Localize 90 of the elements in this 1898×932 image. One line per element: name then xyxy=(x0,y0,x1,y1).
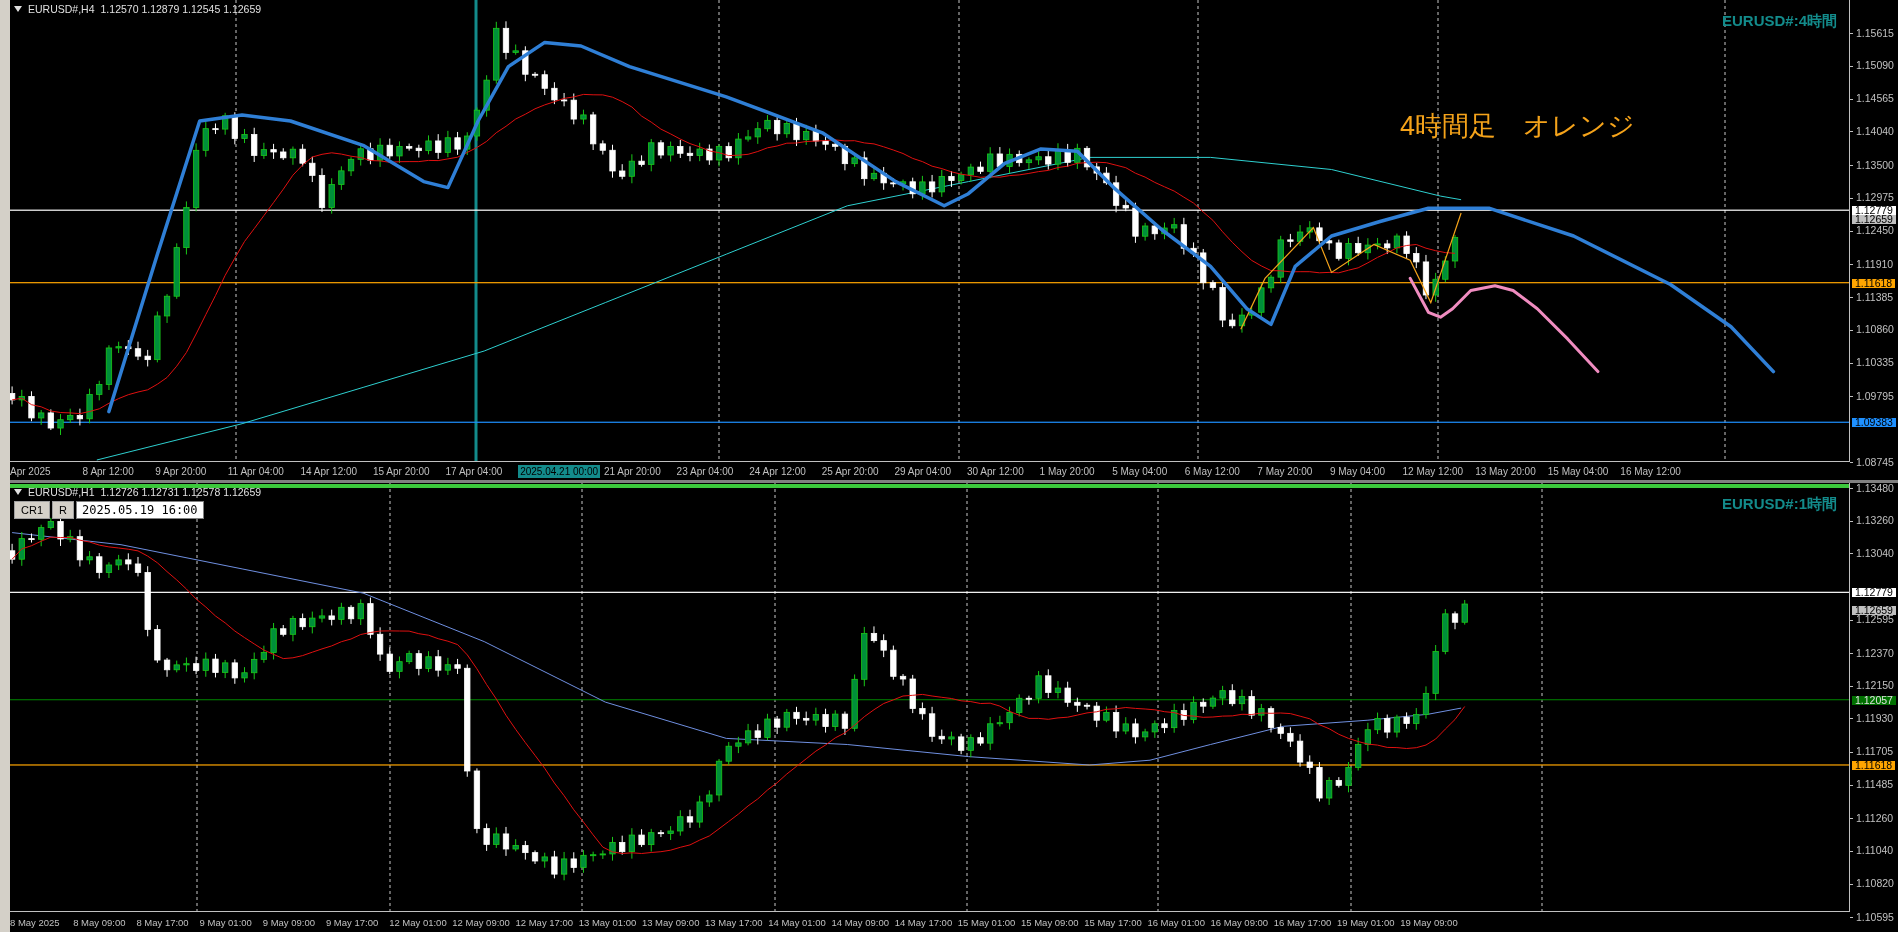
chart-symbol: EURUSD#,H1 xyxy=(28,486,95,498)
time-label: 8 May 2025 xyxy=(10,916,61,928)
time-label: 12 May 01:00 xyxy=(389,916,448,928)
time-label: 13 May 17:00 xyxy=(705,916,764,928)
price-tag: 1.12057 xyxy=(1852,695,1896,705)
price-label: 1.10335 xyxy=(1856,358,1894,368)
price-label: 1.11930 xyxy=(1856,714,1894,723)
tool-button[interactable]: CR1 xyxy=(14,501,50,519)
price-label: 1.15615 xyxy=(1856,28,1894,38)
time-label: 8 May 09:00 xyxy=(73,916,127,928)
time-label: 7 May 20:00 xyxy=(1257,465,1314,477)
time-label: 30 Apr 12:00 xyxy=(967,465,1025,477)
price-tag: 1.12779 xyxy=(1852,588,1896,598)
price-label: 1.14040 xyxy=(1856,126,1894,136)
time-label: 12 May 12:00 xyxy=(1402,465,1465,477)
price-label: 1.12595 xyxy=(1856,615,1894,625)
price-label: 1.13500 xyxy=(1856,160,1894,170)
price-label: 1.12150 xyxy=(1856,681,1894,691)
time-label: 13 May 09:00 xyxy=(641,916,701,928)
time-label: 25 Apr 20:00 xyxy=(821,465,880,477)
time-label: Apr 2025 xyxy=(10,465,52,477)
price-label: 1.10820 xyxy=(1856,879,1894,889)
time-label: 6 May 12:00 xyxy=(1184,465,1241,477)
time-label: 5 May 04:00 xyxy=(1112,465,1169,477)
time-label: 16 May 09:00 xyxy=(1210,916,1270,928)
time-label: 12 May 17:00 xyxy=(515,916,575,928)
time-label: 19 May 09:00 xyxy=(1400,916,1459,928)
time-label: 13 May 20:00 xyxy=(1475,465,1537,477)
time-label: 2025.04.21 00:00 xyxy=(518,464,600,478)
time-label: 14 Apr 12:00 xyxy=(300,465,359,477)
ohlc-values: 1.12726 1.12731 1.12578 1.12659 xyxy=(100,486,262,498)
time-label: 12 May 09:00 xyxy=(452,916,511,928)
time-label: 11 Apr 04:00 xyxy=(227,465,285,477)
time-label: 9 May 04:00 xyxy=(1329,465,1386,477)
price-label: 1.10595 xyxy=(1856,912,1894,922)
time-label: 9 Apr 20:00 xyxy=(155,465,208,477)
time-label: 21 Apr 20:00 xyxy=(604,465,662,477)
price-label: 1.11040 xyxy=(1856,846,1894,856)
price-tag: 1.12659 xyxy=(1852,215,1896,225)
price-label: 1.11385 xyxy=(1856,292,1894,302)
price-label: 1.11485 xyxy=(1856,780,1894,790)
price-label: 1.13260 xyxy=(1856,516,1894,526)
time-label: 14 May 17:00 xyxy=(894,916,954,928)
chart-annotation: 4時間足 オレンジ xyxy=(1400,110,1636,143)
price-label: 1.13480 xyxy=(1856,483,1894,493)
ohlc-values: 1.12570 1.12879 1.12545 1.12659 xyxy=(100,3,262,15)
price-label: 1.12370 xyxy=(1856,648,1894,658)
time-label: 9 May 09:00 xyxy=(262,916,317,928)
time-label: 15 May 09:00 xyxy=(1021,916,1080,928)
time-label: 13 May 01:00 xyxy=(578,916,638,928)
time-label: 16 May 12:00 xyxy=(1620,465,1682,477)
time-label: 14 May 01:00 xyxy=(768,916,827,928)
chart-symbol: EURUSD#,H4 xyxy=(28,3,95,15)
time-label: 9 May 01:00 xyxy=(199,916,253,928)
price-label: 1.14565 xyxy=(1856,94,1894,104)
tool-button[interactable]: R xyxy=(52,501,74,519)
price-label: 1.15090 xyxy=(1856,61,1894,71)
time-label: 9 May 17:00 xyxy=(325,916,380,928)
time-label: 1 May 20:00 xyxy=(1039,465,1096,477)
time-label: 15 May 04:00 xyxy=(1547,465,1610,477)
time-label: 15 May 01:00 xyxy=(957,916,1017,928)
price-label: 1.08745 xyxy=(1856,457,1894,467)
price-tag: 1.11618 xyxy=(1852,278,1896,288)
price-label: 1.12975 xyxy=(1856,193,1894,203)
price-label: 1.10860 xyxy=(1856,325,1894,335)
time-label: 15 May 17:00 xyxy=(1084,916,1143,928)
price-label: 1.12450 xyxy=(1856,226,1894,236)
price-label: 1.09795 xyxy=(1856,391,1894,401)
price-label: 1.13040 xyxy=(1856,548,1894,558)
time-label: 8 May 17:00 xyxy=(136,916,190,928)
time-label: 29 Apr 04:00 xyxy=(894,465,953,477)
time-label: 19 May 01:00 xyxy=(1336,916,1396,928)
price-label: 1.11260 xyxy=(1856,813,1894,823)
chart-label: EURUSD#:1時間 xyxy=(1721,495,1837,514)
price-tag: 1.09383 xyxy=(1852,418,1896,428)
time-label: 15 Apr 20:00 xyxy=(372,465,431,477)
price-tag: 1.12659 xyxy=(1852,606,1896,616)
time-label: 16 May 01:00 xyxy=(1147,916,1206,928)
time-readout: 2025.05.19 16:00 xyxy=(75,501,204,519)
price-label: 1.11910 xyxy=(1856,259,1894,269)
time-label: 14 May 09:00 xyxy=(831,916,890,928)
price-label: 1.11705 xyxy=(1856,747,1894,757)
time-label: 8 Apr 12:00 xyxy=(82,465,135,477)
time-label: 16 May 17:00 xyxy=(1273,916,1333,928)
price-tag: 1.11618 xyxy=(1852,760,1896,770)
chart-label: EURUSD#:4時間 xyxy=(1721,12,1837,31)
time-label: 23 Apr 04:00 xyxy=(676,465,735,477)
time-label: 17 Apr 04:00 xyxy=(445,465,504,477)
price-tag: 1.12779 xyxy=(1852,206,1896,216)
time-label: 24 Apr 12:00 xyxy=(749,465,807,477)
